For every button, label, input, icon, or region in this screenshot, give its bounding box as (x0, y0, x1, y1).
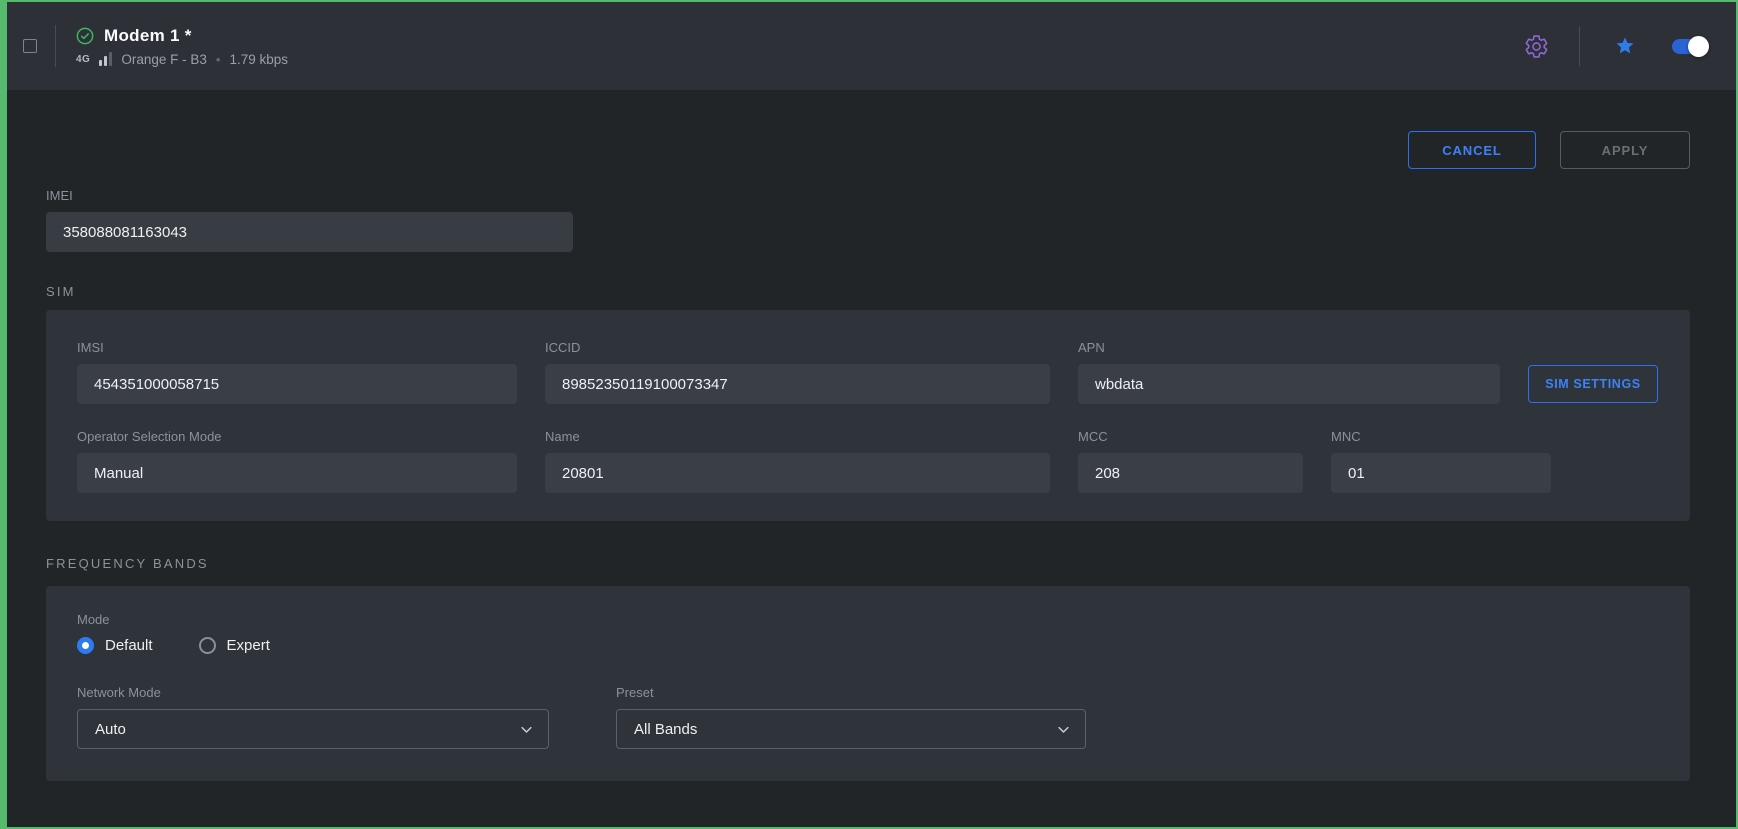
header-actions (1524, 26, 1706, 66)
name-label: Name (545, 429, 1050, 444)
preset-select[interactable]: All Bands (616, 709, 1086, 749)
mnc-label: MNC (1331, 429, 1551, 444)
mode-option-label: Expert (227, 637, 270, 654)
chevron-down-icon (519, 722, 534, 737)
dot-separator: • (216, 52, 221, 67)
radio-unselected-icon (199, 637, 216, 654)
chevron-down-icon (1056, 722, 1071, 737)
apn-input[interactable] (1078, 364, 1500, 404)
header-bar: Modem 1 * 4G Orange F - B3 • 1.79 kbps (7, 2, 1736, 90)
operator-selection-mode-input[interactable] (77, 453, 517, 493)
imei-label: IMEI (46, 188, 573, 203)
imsi-input[interactable] (77, 364, 517, 404)
mode-label: Mode (77, 612, 1658, 627)
mode-radio-group: Default Expert (77, 637, 1658, 654)
frequency-bands-card: Mode Default Expert Network Mode Auto (46, 586, 1690, 781)
settings-content: CANCEL APPLY IMEI SIM IMSI ICCID APN (7, 90, 1736, 781)
iccid-input[interactable] (545, 364, 1050, 404)
sim-settings-button[interactable]: SIM SETTINGS (1528, 365, 1658, 403)
frequency-bands-section-label: FREQUENCY BANDS (46, 556, 1690, 571)
network-mode-value: Auto (95, 721, 126, 738)
mode-option-expert[interactable]: Expert (199, 637, 270, 654)
page-title: Modem 1 * (104, 26, 192, 46)
network-type-badge: 4G (76, 54, 90, 65)
mode-option-label: Default (105, 637, 153, 654)
apn-label: APN (1078, 340, 1500, 355)
preset-value: All Bands (634, 721, 697, 738)
mcc-label: MCC (1078, 429, 1303, 444)
modem-title-block: Modem 1 * 4G Orange F - B3 • 1.79 kbps (76, 26, 288, 67)
operator-selection-mode-label: Operator Selection Mode (77, 429, 517, 444)
header-divider (1579, 26, 1580, 66)
network-mode-select[interactable]: Auto (77, 709, 549, 749)
band-selects-row: Network Mode Auto Preset All Bands (77, 685, 1658, 749)
iccid-label: ICCID (545, 340, 1050, 355)
sim-card: IMSI ICCID APN SIM SETTINGS Operator Sel… (46, 310, 1690, 521)
form-actions: CANCEL APPLY (46, 90, 1690, 169)
select-modem-checkbox[interactable] (23, 39, 37, 53)
imsi-label: IMSI (77, 340, 517, 355)
radio-selected-icon (77, 637, 94, 654)
imei-input[interactable] (46, 212, 573, 252)
preset-label: Preset (616, 685, 1086, 700)
mcc-input[interactable] (1078, 453, 1303, 493)
throughput-value: 1.79 kbps (229, 52, 288, 67)
status-check-circle-icon (76, 27, 94, 45)
toggle-knob (1688, 36, 1709, 57)
gear-icon[interactable] (1524, 34, 1549, 59)
header-divider (55, 25, 56, 67)
modem-enable-toggle[interactable] (1672, 39, 1706, 54)
mnc-input[interactable] (1331, 453, 1551, 493)
cancel-button[interactable]: CANCEL (1408, 131, 1536, 169)
signal-bars-icon (99, 52, 112, 66)
operator-name: Orange F - B3 (121, 52, 207, 67)
mode-option-default[interactable]: Default (77, 637, 153, 654)
name-input[interactable] (545, 453, 1050, 493)
apply-button[interactable]: APPLY (1560, 131, 1690, 169)
imei-field-block: IMEI (46, 188, 573, 252)
modem-settings-window: Modem 1 * 4G Orange F - B3 • 1.79 kbps (0, 0, 1738, 829)
sim-section-label: SIM (46, 284, 1690, 299)
network-mode-label: Network Mode (77, 685, 549, 700)
star-favorite-icon[interactable] (1614, 35, 1636, 57)
